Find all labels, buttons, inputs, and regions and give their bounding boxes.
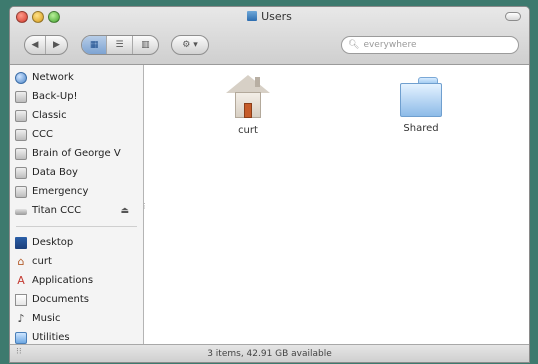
search-placeholder: everywhere [363,40,417,50]
sidebar-item-back-up[interactable]: Back-Up! [10,87,143,106]
sidebar-item-ccc[interactable]: CCC [10,125,143,144]
sidebar-item-brain-of-george-v[interactable]: Brain of George V [10,144,143,163]
sidebar-item-label: Network [32,72,74,83]
hard-disk-icon [15,90,27,103]
background-frame: Users ◀ ▶ ▦ ☰ ▥ ⚙ ▾ 🔍︎ everywhere Networ… [0,0,538,364]
back-button[interactable]: ◀ [25,36,47,54]
sidebar-item-curt[interactable]: ⌂ curt [10,252,143,271]
gear-icon: ⚙ ▾ [182,40,198,50]
action-button[interactable]: ⚙ ▾ [171,35,209,55]
home-house-icon [226,75,270,119]
icon-view-icon: ▦ [89,40,99,50]
search-icon: 🔍︎ [348,40,360,50]
sidebar-item-label: curt [32,256,52,267]
sidebar-item-label: Emergency [32,186,89,197]
nav-buttons: ◀ ▶ [24,35,68,55]
sidebar-item-emergency[interactable]: Emergency [10,182,143,201]
sidebar-item-label: Data Boy [32,167,78,178]
sidebar-item-network[interactable]: Network [10,68,143,87]
column-view-button[interactable]: ▥ [133,36,158,54]
column-view-icon: ▥ [141,40,150,50]
icon-view-button[interactable]: ▦ [82,36,108,54]
documents-icon [15,293,27,306]
applications-icon: A [17,273,25,287]
resize-grip-icon: ⁝⁝ [16,347,22,357]
sidebar-item-documents[interactable]: Documents [10,290,143,309]
sidebar-item-label: Documents [32,294,90,305]
list-view-button[interactable]: ☰ [107,36,133,54]
eject-icon[interactable]: ⏏ [120,206,129,216]
toolbar: ◀ ▶ ▦ ☰ ▥ ⚙ ▾ 🔍︎ everywhere [10,35,529,59]
sidebar-divider [16,226,137,227]
network-disk-icon [15,209,27,215]
sidebar-item-applications[interactable]: A Applications [10,271,143,290]
search-field[interactable]: 🔍︎ everywhere [341,36,519,54]
forward-button[interactable]: ▶ [46,36,67,54]
music-icon: ♪ [17,311,25,325]
sidebar: Network Back-Up! Classic CCC Brain of Ge… [10,65,144,346]
users-folder-icon [247,11,258,21]
file-item-curt[interactable]: curt [203,75,293,136]
sidebar-resize-handle[interactable]: ⋮ [141,201,148,211]
sidebar-item-label: Desktop [32,237,74,248]
file-label: curt [238,125,258,136]
network-globe-icon [15,71,27,84]
home-icon: ⌂ [17,254,25,268]
hard-disk-icon [15,128,27,141]
sidebar-item-classic[interactable]: Classic [10,106,143,125]
folder-icon [398,75,444,117]
hard-disk-icon [15,166,27,179]
sidebar-item-music[interactable]: ♪ Music [10,309,143,328]
hard-disk-icon [15,147,27,160]
hard-disk-icon [15,185,27,198]
status-bar: ⁝⁝ 3 items, 42.91 GB available [10,344,529,362]
title-toolbar: Users ◀ ▶ ▦ ☰ ▥ ⚙ ▾ 🔍︎ everywhere [10,7,529,65]
window-title: Users [10,10,529,24]
back-arrow-icon: ◀ [31,40,39,50]
list-view-icon: ☰ [115,40,124,50]
sidebar-item-label: Music [32,313,61,324]
sidebar-item-label: Brain of George V [32,148,121,159]
status-text: 3 items, 42.91 GB available [207,348,332,359]
file-label: Shared [403,123,439,134]
sidebar-item-label: Classic [32,110,67,121]
finder-window: Users ◀ ▶ ▦ ☰ ▥ ⚙ ▾ 🔍︎ everywhere Networ… [9,6,530,363]
file-item-shared[interactable]: Shared [376,75,466,134]
sidebar-item-label: CCC [32,129,53,140]
sidebar-item-label: Utilities [32,332,70,343]
sidebar-devices: Network Back-Up! Classic CCC Brain of Ge… [10,65,143,220]
sidebar-item-titan-ccc[interactable]: Titan CCC ⏏ [10,201,143,220]
desktop-icon [15,236,27,249]
sidebar-item-desktop[interactable]: Desktop [10,233,143,252]
sidebar-item-label: Applications [32,275,94,286]
window-title-text: Users [261,10,292,23]
sidebar-item-label: Back-Up! [32,91,78,102]
sidebar-item-label: Titan CCC [32,205,82,216]
file-browser: curt Shared [145,65,529,346]
sidebar-item-data-boy[interactable]: Data Boy [10,163,143,182]
hard-disk-icon [15,109,27,122]
forward-arrow-icon: ▶ [53,40,60,50]
toolbar-toggle-button[interactable] [505,12,521,21]
utilities-folder-icon [15,331,27,344]
view-buttons: ▦ ☰ ▥ [81,35,159,55]
sidebar-places: Desktop ⌂ curt A Applications Documents … [10,233,143,347]
